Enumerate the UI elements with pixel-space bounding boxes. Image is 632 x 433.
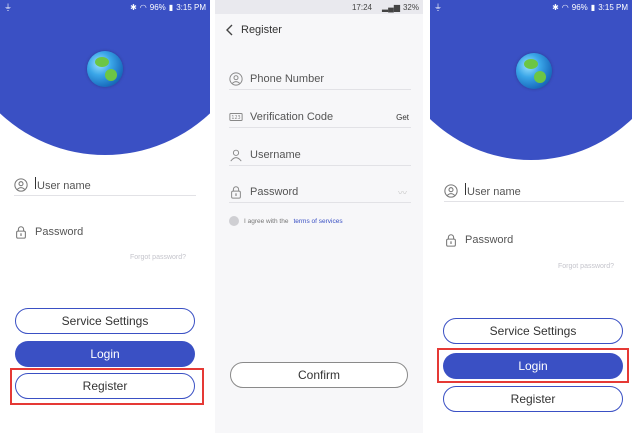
signal-icon: ▂▄▆ — [382, 2, 400, 12]
bluetooth-icon: ✱ — [552, 2, 559, 12]
globe-logo-icon — [87, 51, 123, 87]
terms-link[interactable]: terms of services — [293, 218, 342, 225]
clock: 3:15 PM — [176, 2, 206, 12]
user-icon — [229, 148, 243, 162]
username-field[interactable]: Username — [229, 144, 411, 166]
password-field[interactable]: Password — [14, 222, 196, 242]
phone-icon — [229, 71, 243, 86]
battery-icon: ▮ — [590, 2, 596, 12]
chevron-left-icon[interactable] — [225, 24, 235, 36]
forgot-password-link[interactable]: Forgot password? — [130, 254, 186, 261]
password-placeholder: Password — [250, 185, 299, 198]
status-bar: 17:24 ▂▄▆ 32% — [215, 0, 423, 14]
username-placeholder: User name — [467, 186, 521, 198]
text-cursor — [465, 183, 466, 195]
usb-icon: ⏚ — [434, 2, 442, 12]
battery-icon: ▮ — [168, 2, 174, 12]
forgot-password-link[interactable]: Forgot password? — [558, 263, 614, 270]
lock-icon — [14, 225, 28, 239]
phone-field[interactable]: Phone Number — [229, 68, 411, 90]
status-bar: ⏚ ✱ ◠ 96% ▮ 3:15 PM — [0, 0, 210, 14]
username-field[interactable]: User name — [14, 174, 196, 196]
get-code-button[interactable]: Get — [396, 113, 409, 122]
lock-icon — [444, 233, 458, 247]
status-bar: ⏚ ✱ ◠ 96% ▮ 3:15 PM — [430, 0, 632, 14]
code-icon: 123 — [229, 110, 243, 124]
wifi-icon: ◠ — [561, 2, 569, 12]
lock-icon — [229, 185, 243, 199]
username-placeholder: Username — [250, 148, 301, 161]
page-title: Register — [241, 24, 282, 36]
battery-text: 96% — [149, 2, 166, 12]
eye-icon[interactable]: 〰 — [398, 186, 407, 199]
user-icon — [14, 177, 28, 192]
bluetooth-icon: ✱ — [130, 2, 137, 12]
agree-text: I agree with the — [244, 217, 289, 225]
phone-placeholder: Phone Number — [250, 72, 324, 85]
highlight-box — [10, 368, 204, 405]
username-placeholder: User name — [37, 180, 91, 192]
agree-radio[interactable] — [229, 216, 239, 226]
wifi-icon: ◠ — [139, 2, 147, 12]
password-field[interactable]: Password — [229, 181, 411, 203]
highlight-box — [437, 348, 629, 383]
nav-bar: Register — [225, 24, 282, 36]
text-cursor — [35, 177, 36, 189]
login-screen-login-highlight: ⏚ ✱ ◠ 96% ▮ 3:15 PM User name Password F… — [430, 0, 632, 433]
terms-agreement: I agree with the terms of services — [229, 216, 343, 226]
register-button[interactable]: Register — [443, 386, 623, 412]
register-screen: 17:24 ▂▄▆ 32% Register Phone Number 123 … — [215, 0, 423, 433]
battery-text: 32% — [402, 2, 419, 12]
svg-text:123: 123 — [231, 115, 240, 121]
confirm-button[interactable]: Confirm — [230, 362, 408, 388]
password-field[interactable]: Password — [444, 230, 624, 250]
clock: 17:24 — [351, 2, 372, 12]
battery-text: 96% — [571, 2, 588, 12]
usb-icon: ⏚ — [4, 2, 12, 12]
code-field[interactable]: 123 Verification Code — [229, 106, 411, 128]
globe-logo-icon — [516, 53, 552, 89]
clock: 3:15 PM — [598, 2, 628, 12]
username-field[interactable]: User name — [444, 180, 624, 202]
password-placeholder: Password — [35, 226, 84, 238]
service-settings-button[interactable]: Service Settings — [443, 318, 623, 344]
login-button[interactable]: Login — [15, 341, 195, 367]
password-placeholder: Password — [465, 234, 514, 246]
user-icon — [444, 183, 458, 198]
login-screen-register-highlight: ⏚ ✱ ◠ 96% ▮ 3:15 PM User name Password F… — [0, 0, 210, 433]
service-settings-button[interactable]: Service Settings — [15, 308, 195, 334]
code-placeholder: Verification Code — [250, 110, 334, 123]
